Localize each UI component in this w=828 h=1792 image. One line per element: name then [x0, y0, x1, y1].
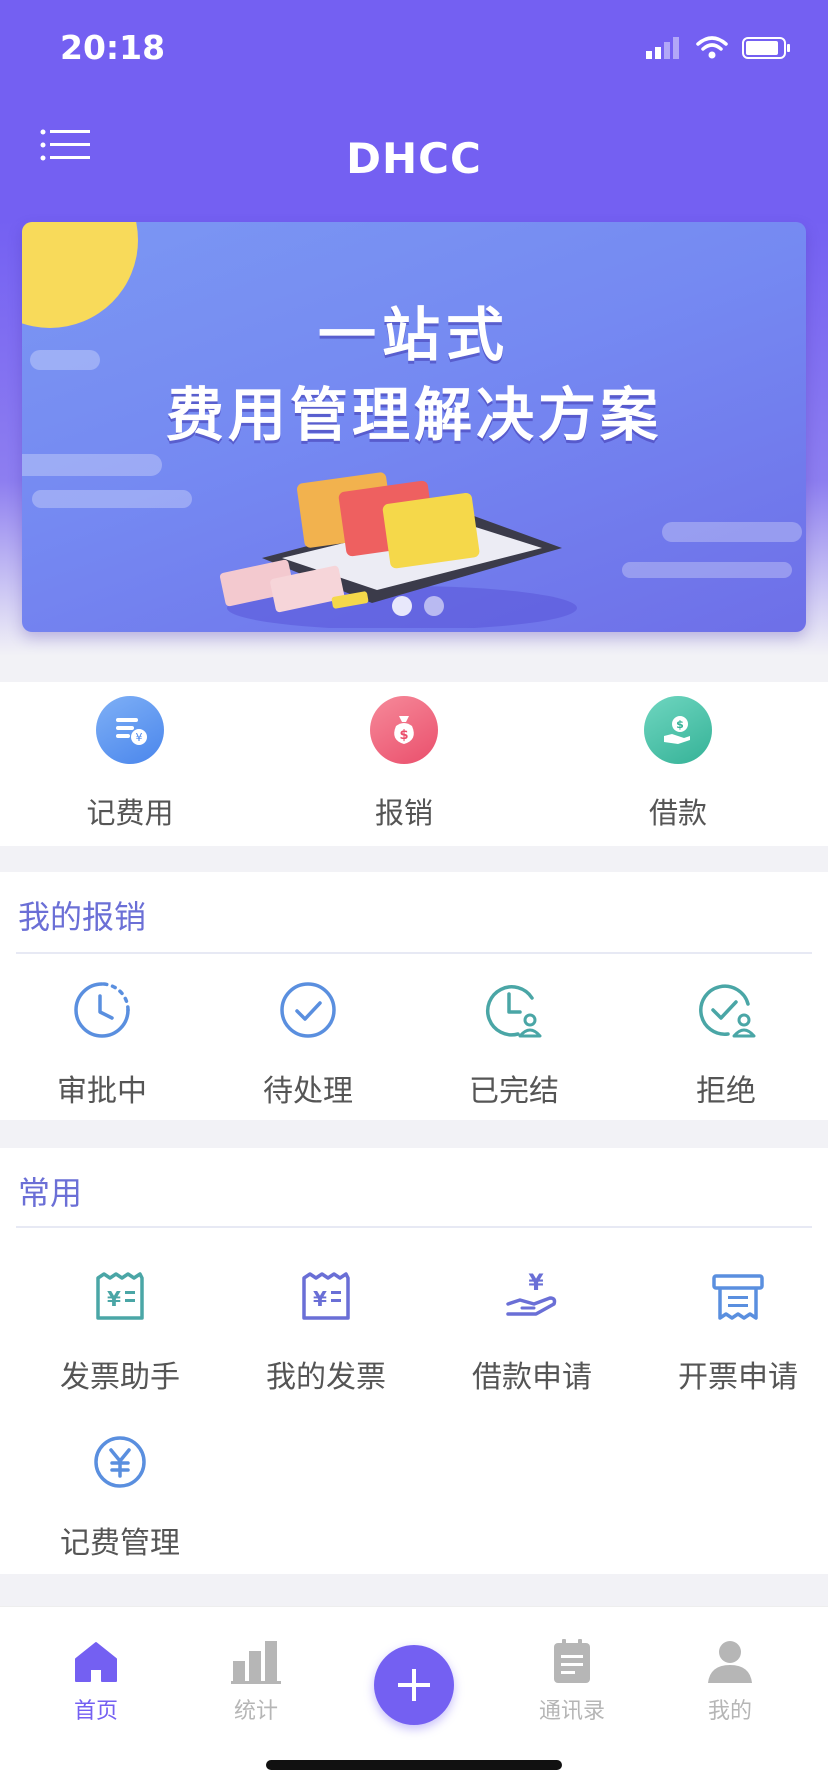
svg-text:$: $	[399, 728, 408, 743]
bar-chart-icon	[231, 1641, 281, 1684]
carousel-dot[interactable]	[392, 596, 412, 616]
plus-icon	[398, 1669, 430, 1701]
promo-banner[interactable]: 一站式 费用管理解决方案	[22, 222, 806, 632]
status-time: 20:18	[60, 28, 166, 67]
clock-pending-icon	[74, 982, 130, 1038]
tab-mine[interactable]: 我的	[670, 1637, 790, 1725]
common-loan-apply[interactable]: ¥ 借款申请	[432, 1264, 632, 1396]
app-header: 20:18 DHCC	[0, 0, 828, 218]
svg-text:¥: ¥	[107, 1287, 121, 1311]
tab-contacts[interactable]: 通讯录	[512, 1637, 632, 1725]
svg-text:¥: ¥	[528, 1271, 544, 1296]
quick-action-label: 记费用	[86, 796, 174, 830]
loan-apply-icon: ¥	[506, 1271, 557, 1316]
status-rejected[interactable]: 拒绝	[626, 978, 826, 1110]
tab-home[interactable]: 首页	[36, 1637, 156, 1725]
common-invoice-apply[interactable]: 开票申请	[638, 1264, 828, 1396]
expense-record-icon: ¥	[96, 696, 164, 764]
quick-action-label: 报销	[374, 796, 433, 830]
check-circle-icon	[280, 982, 336, 1038]
clock-user-icon	[485, 985, 542, 1038]
common-invoice-helper[interactable]: ¥ 发票助手	[20, 1264, 220, 1396]
app-title: DHCC	[346, 134, 482, 183]
section-title-my-reimbursement: 我的报销	[18, 898, 147, 936]
section-divider	[16, 1226, 812, 1228]
banner-subheadline: 费用管理解决方案	[165, 381, 662, 449]
check-user-icon	[699, 984, 756, 1038]
quick-action-expense[interactable]: ¥ 记费用	[30, 682, 230, 832]
quick-action-reimburse[interactable]: $ 报销	[304, 682, 504, 832]
common-label: 我的发票	[266, 1360, 386, 1395]
signal-icon	[646, 37, 679, 59]
svg-text:$: $	[676, 718, 684, 731]
cloud-decoration	[22, 454, 162, 476]
common-label: 开票申请	[678, 1360, 798, 1395]
status-label: 审批中	[57, 1074, 147, 1109]
status-label: 已完结	[469, 1074, 559, 1109]
common-label: 发票助手	[60, 1360, 180, 1395]
contacts-icon	[554, 1639, 590, 1683]
user-icon	[708, 1641, 752, 1683]
tab-label: 通讯录	[538, 1699, 605, 1724]
home-icon	[75, 1642, 117, 1682]
tab-label: 我的	[707, 1699, 752, 1724]
wifi-icon	[696, 36, 728, 59]
battery-icon	[742, 37, 790, 59]
home-indicator[interactable]	[266, 1760, 562, 1770]
invoice-helper-icon: ¥	[96, 1272, 144, 1320]
hand-coin-icon: $	[644, 696, 712, 764]
section-divider	[16, 952, 812, 954]
status-approving[interactable]: 审批中	[2, 978, 202, 1110]
printer-invoice-icon	[712, 1274, 764, 1320]
section-title-common: 常用	[18, 1174, 83, 1212]
quick-actions: ¥ 记费用 $ 报销 $ 借款	[0, 682, 828, 846]
tab-label: 首页	[73, 1699, 118, 1724]
carousel-dots[interactable]	[392, 596, 444, 616]
status-icons	[646, 34, 792, 62]
add-button[interactable]	[374, 1645, 454, 1725]
cloud-decoration	[32, 490, 192, 508]
yen-circle-icon	[94, 1436, 146, 1488]
common-my-invoice[interactable]: ¥ 我的发票	[226, 1264, 426, 1396]
my-reimbursement-card: 我的报销 审批中 待处理 已完结 拒绝	[0, 872, 828, 1120]
quick-action-loan[interactable]: $ 借款	[578, 682, 778, 832]
status-completed[interactable]: 已完结	[414, 978, 614, 1110]
status-label: 拒绝	[696, 1074, 756, 1109]
common-card: 常用 ¥ 发票助手 ¥ 我的发票 ¥ 借款申请 开票申请 记费管理	[0, 1148, 828, 1574]
money-bag-icon: $	[370, 696, 438, 764]
my-invoice-icon: ¥	[302, 1272, 350, 1320]
status-label: 待处理	[263, 1074, 353, 1109]
cloud-decoration	[662, 522, 802, 542]
cloud-decoration	[622, 562, 792, 578]
common-expense-management[interactable]: 记费管理	[20, 1430, 220, 1562]
common-label: 记费管理	[60, 1526, 180, 1561]
carousel-dot[interactable]	[424, 596, 444, 616]
svg-text:¥: ¥	[313, 1287, 327, 1311]
banner-headline: 一站式	[317, 301, 510, 369]
status-pending[interactable]: 待处理	[208, 978, 408, 1110]
common-label: 借款申请	[472, 1360, 592, 1395]
svg-text:¥: ¥	[136, 731, 143, 744]
quick-action-label: 借款	[648, 796, 707, 830]
tab-label: 统计	[233, 1699, 278, 1724]
tab-statistics[interactable]: 统计	[196, 1637, 316, 1725]
